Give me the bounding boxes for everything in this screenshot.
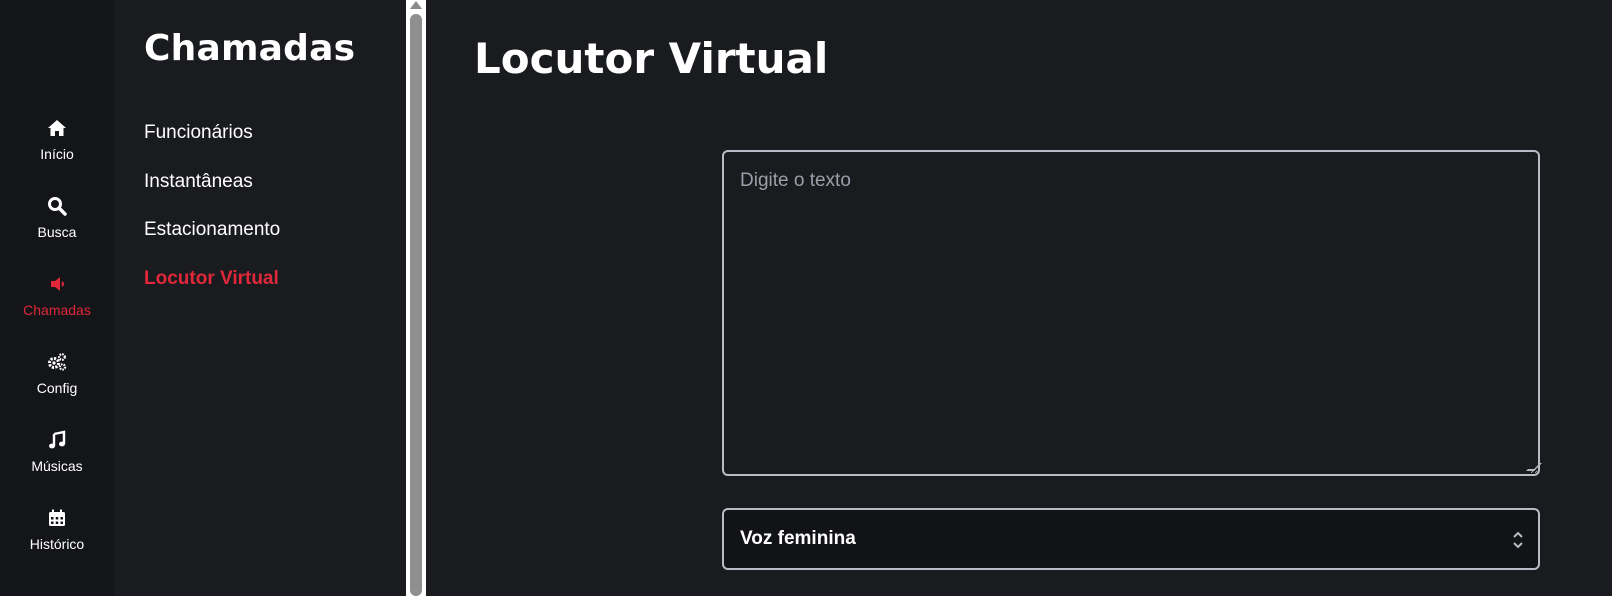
subnav-link-funcionarios[interactable]: Funcionários [144, 122, 253, 144]
scroll-thumb[interactable] [410, 14, 422, 596]
sub-navigation: Chamadas Funcionários Instantâneas Estac… [114, 0, 406, 596]
rail-item-label: Início [40, 146, 74, 162]
calendar-icon [49, 509, 65, 526]
voice-select[interactable]: Voz feminina [722, 508, 1540, 570]
megaphone-icon [51, 277, 64, 291]
rail-item-label: Chamadas [23, 302, 91, 318]
chevron-up-down-icon [1513, 531, 1523, 549]
rail-item-label: Busca [37, 224, 77, 240]
app-window: Início Busca Chamadas Config Músicas His… [0, 0, 1612, 596]
subnav-link-estacionamento[interactable]: Estacionamento [144, 219, 280, 241]
icon-rail: Início Busca Chamadas Config Músicas His… [0, 0, 114, 596]
music-note-icon [49, 430, 66, 449]
rail-item-historico[interactable]: Histórico [0, 506, 114, 570]
gears-icon [48, 353, 67, 371]
subnav-link-locutor-virtual[interactable]: Locutor Virtual [144, 268, 279, 290]
rail-item-inicio[interactable]: Início [0, 116, 114, 180]
rail-item-musicas[interactable]: Músicas [0, 428, 114, 492]
scroll-up-arrow-icon[interactable] [410, 1, 422, 9]
rail-item-label: Músicas [31, 458, 83, 474]
home-icon [48, 120, 66, 136]
page-title: Locutor Virtual [474, 34, 829, 83]
scrollbar[interactable] [406, 0, 426, 596]
rail-item-config[interactable]: Config [0, 350, 114, 414]
rail-item-label: Config [36, 380, 78, 396]
voice-select-value: Voz feminina [740, 528, 856, 549]
subnav-title: Chamadas [144, 28, 356, 69]
search-icon [48, 197, 67, 216]
rail-item-busca[interactable]: Busca [0, 194, 114, 258]
rail-item-label: Histórico [29, 536, 85, 552]
rail-item-chamadas[interactable]: Chamadas [0, 272, 114, 336]
text-input[interactable] [722, 150, 1540, 476]
main-content: Locutor Virtual Voz feminina [426, 0, 1612, 596]
subnav-link-instantaneas[interactable]: Instantâneas [144, 171, 253, 193]
